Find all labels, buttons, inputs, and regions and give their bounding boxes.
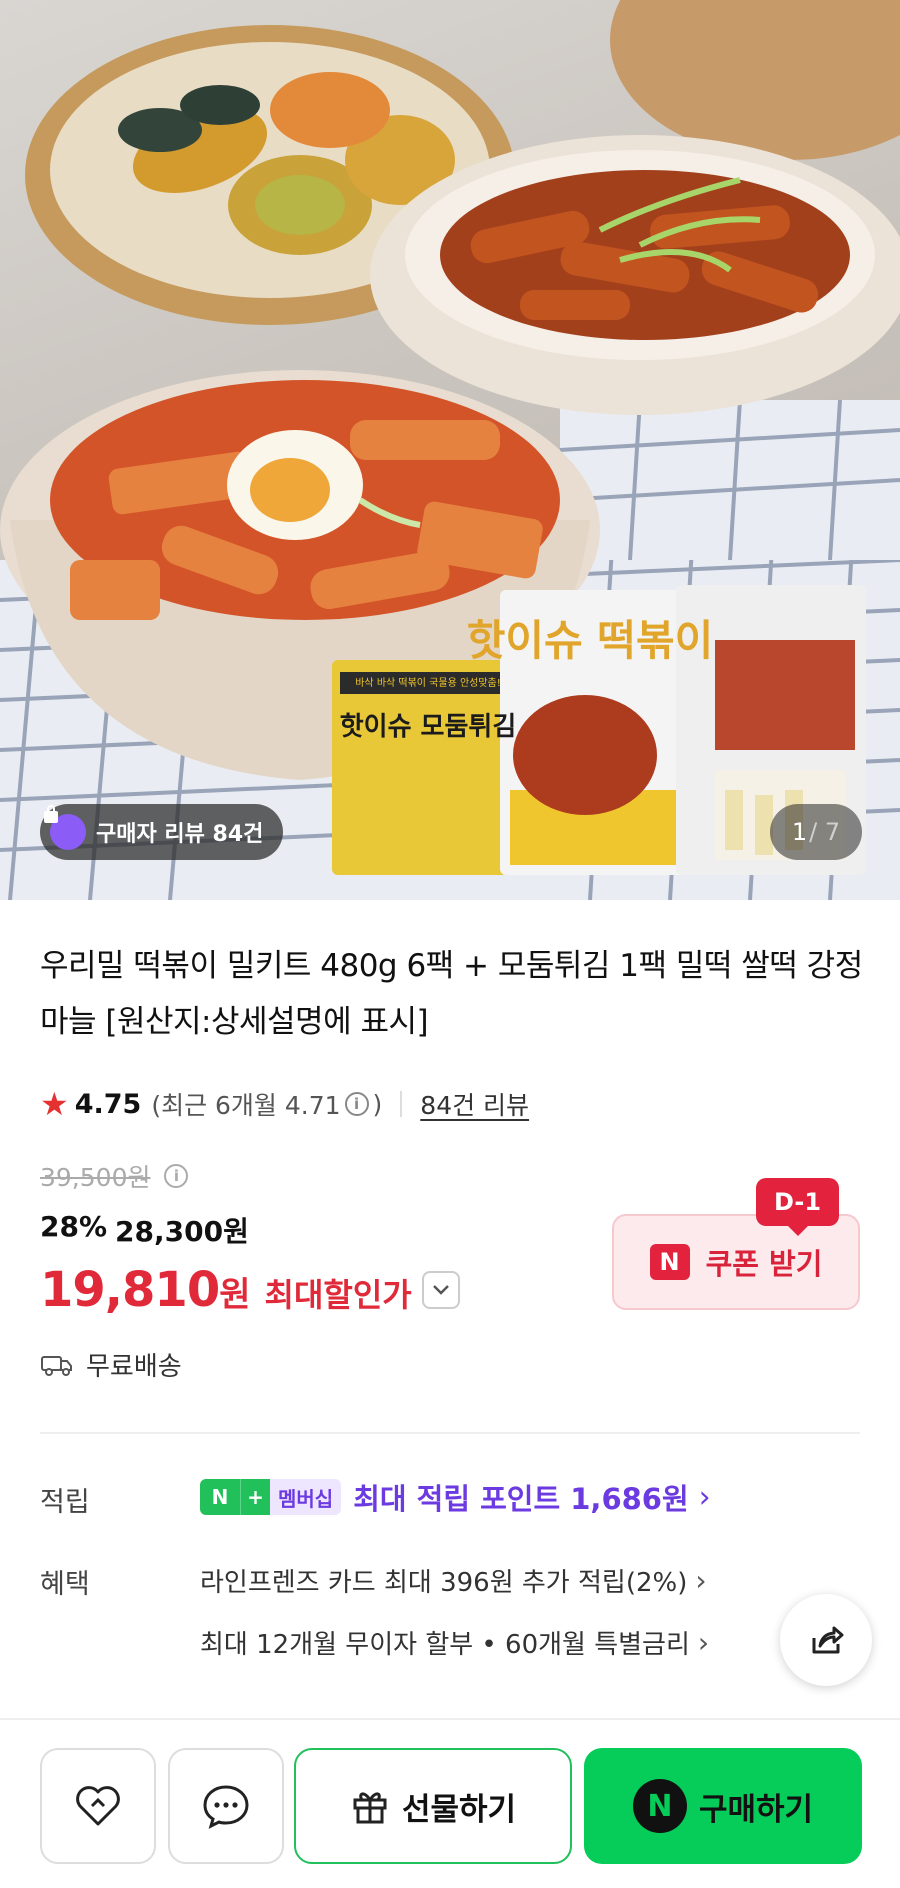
product-image[interactable]: 핫이슈 모둠튀김 바삭 바삭 떡볶이 국물용 안성맞춤! 핫이슈 떡볶이 구매자… xyxy=(0,0,900,900)
share-icon xyxy=(812,1626,844,1654)
truck-icon xyxy=(41,1355,72,1376)
points-text: 최대 적립 포인트 1,686원 xyxy=(353,1482,689,1516)
heart-icon xyxy=(76,1786,120,1826)
discount-rate: 28% xyxy=(40,1210,108,1243)
gift-button[interactable]: 선물하기 xyxy=(294,1748,572,1864)
recent-rating: (최근 6개월 4.71 i ) xyxy=(151,1086,382,1122)
installment-text: 최대 12개월 무이자 할부 • 60개월 특별금리 xyxy=(200,1630,690,1660)
original-price: 39,500원 i xyxy=(40,1158,192,1194)
gift-label: 선물하기 xyxy=(401,1791,517,1828)
chevron-right-icon: › xyxy=(695,1564,707,1597)
recent-rating-close: ) xyxy=(372,1089,383,1119)
benefit-label: 혜택 xyxy=(40,1569,90,1600)
info-icon[interactable]: i xyxy=(344,1092,369,1116)
bottom-bar-divider xyxy=(0,1718,900,1720)
max-discount-price: 19,810 xyxy=(40,1262,220,1318)
image-total: / 7 xyxy=(809,818,841,846)
wishlist-button[interactable] xyxy=(40,1748,156,1864)
buy-button[interactable]: N 구매하기 xyxy=(584,1748,862,1864)
pkg-modum-label: 핫이슈 모둠튀김 xyxy=(340,712,517,742)
gift-icon xyxy=(353,1792,387,1824)
buyer-review-text: 구매자 리뷰 84건 xyxy=(96,822,264,847)
shopping-bag-icon xyxy=(44,805,86,850)
product-title: 우리밀 떡볶이 밀키트 480g 6팩 + 모둠튀김 1팩 밀떡 쌀떡 강정 마… xyxy=(40,948,863,1040)
shipping-text: 무료배송 xyxy=(86,1352,182,1382)
review-count-link[interactable]: 84건 리뷰 xyxy=(420,1086,529,1122)
chat-bubble-icon xyxy=(203,1785,249,1829)
points-label: 적립 xyxy=(40,1487,90,1518)
food-illustration: 핫이슈 모둠튀김 바삭 바삭 떡볶이 국물용 안성맞춤! 핫이슈 떡볶이 xyxy=(0,0,900,900)
talk-talk-button[interactable] xyxy=(168,1748,284,1864)
buyer-review-badge[interactable]: 구매자 리뷰 84건 xyxy=(40,804,284,860)
membership-badge-text: 멤버십 xyxy=(270,1479,342,1515)
share-button[interactable] xyxy=(780,1594,872,1686)
recent-rating-text: (최근 6개월 4.71 xyxy=(151,1091,341,1120)
star-icon: ★ xyxy=(40,1085,69,1123)
pkg-tteok-label: 핫이슈 떡볶이 xyxy=(467,616,713,665)
price-info-icon[interactable]: i xyxy=(164,1164,189,1188)
naver-plus-membership-badge: N + 멤버십 xyxy=(200,1479,342,1515)
coupon-label: 쿠폰 받기 xyxy=(705,1247,823,1281)
max-discount-row[interactable]: 19,810 원 최대할인가 xyxy=(40,1262,460,1318)
naver-n-icon: N xyxy=(632,1779,687,1833)
chevron-down-icon[interactable] xyxy=(421,1271,460,1309)
coupon-deadline-badge: D-1 xyxy=(756,1178,840,1236)
chevron-right-icon: › xyxy=(697,1626,710,1659)
points-row[interactable]: N + 멤버십 최대 적립 포인트 1,686원 › xyxy=(200,1476,711,1518)
coupon-button[interactable]: N 쿠폰 받기 xyxy=(612,1214,860,1310)
buy-label: 구매하기 xyxy=(698,1791,814,1828)
image-counter: 1/ 7 xyxy=(770,804,862,860)
pkg-modum-top: 바삭 바삭 떡볶이 국물용 안성맞춤! xyxy=(355,677,501,689)
original-price-text: 39,500원 xyxy=(40,1163,151,1192)
naver-n-icon: N xyxy=(649,1244,690,1280)
rating-value: 4.75 xyxy=(74,1088,142,1120)
card-benefit-text: 라인프렌즈 카드 최대 396원 추가 적립(2%) xyxy=(200,1568,688,1598)
rating-row: ★ 4.75 (최근 6개월 4.71 i ) 84건 리뷰 xyxy=(40,1082,529,1126)
installment-row[interactable]: 최대 12개월 무이자 할부 • 60개월 특별금리 › xyxy=(200,1624,709,1661)
chevron-right-icon: › xyxy=(698,1479,711,1515)
max-discount-unit: 원 xyxy=(219,1275,251,1315)
image-index: 1 xyxy=(791,818,808,846)
shipping-info: 무료배송 xyxy=(40,1346,182,1383)
max-discount-label: 최대할인가 xyxy=(264,1276,412,1314)
discount-row: 28% 28,300원 xyxy=(40,1210,249,1250)
discount-price: 28,300원 xyxy=(115,1215,249,1248)
card-benefit-row[interactable]: 라인프렌즈 카드 최대 396원 추가 적립(2%) › xyxy=(200,1562,707,1599)
section-divider xyxy=(40,1432,860,1434)
divider xyxy=(400,1091,403,1117)
